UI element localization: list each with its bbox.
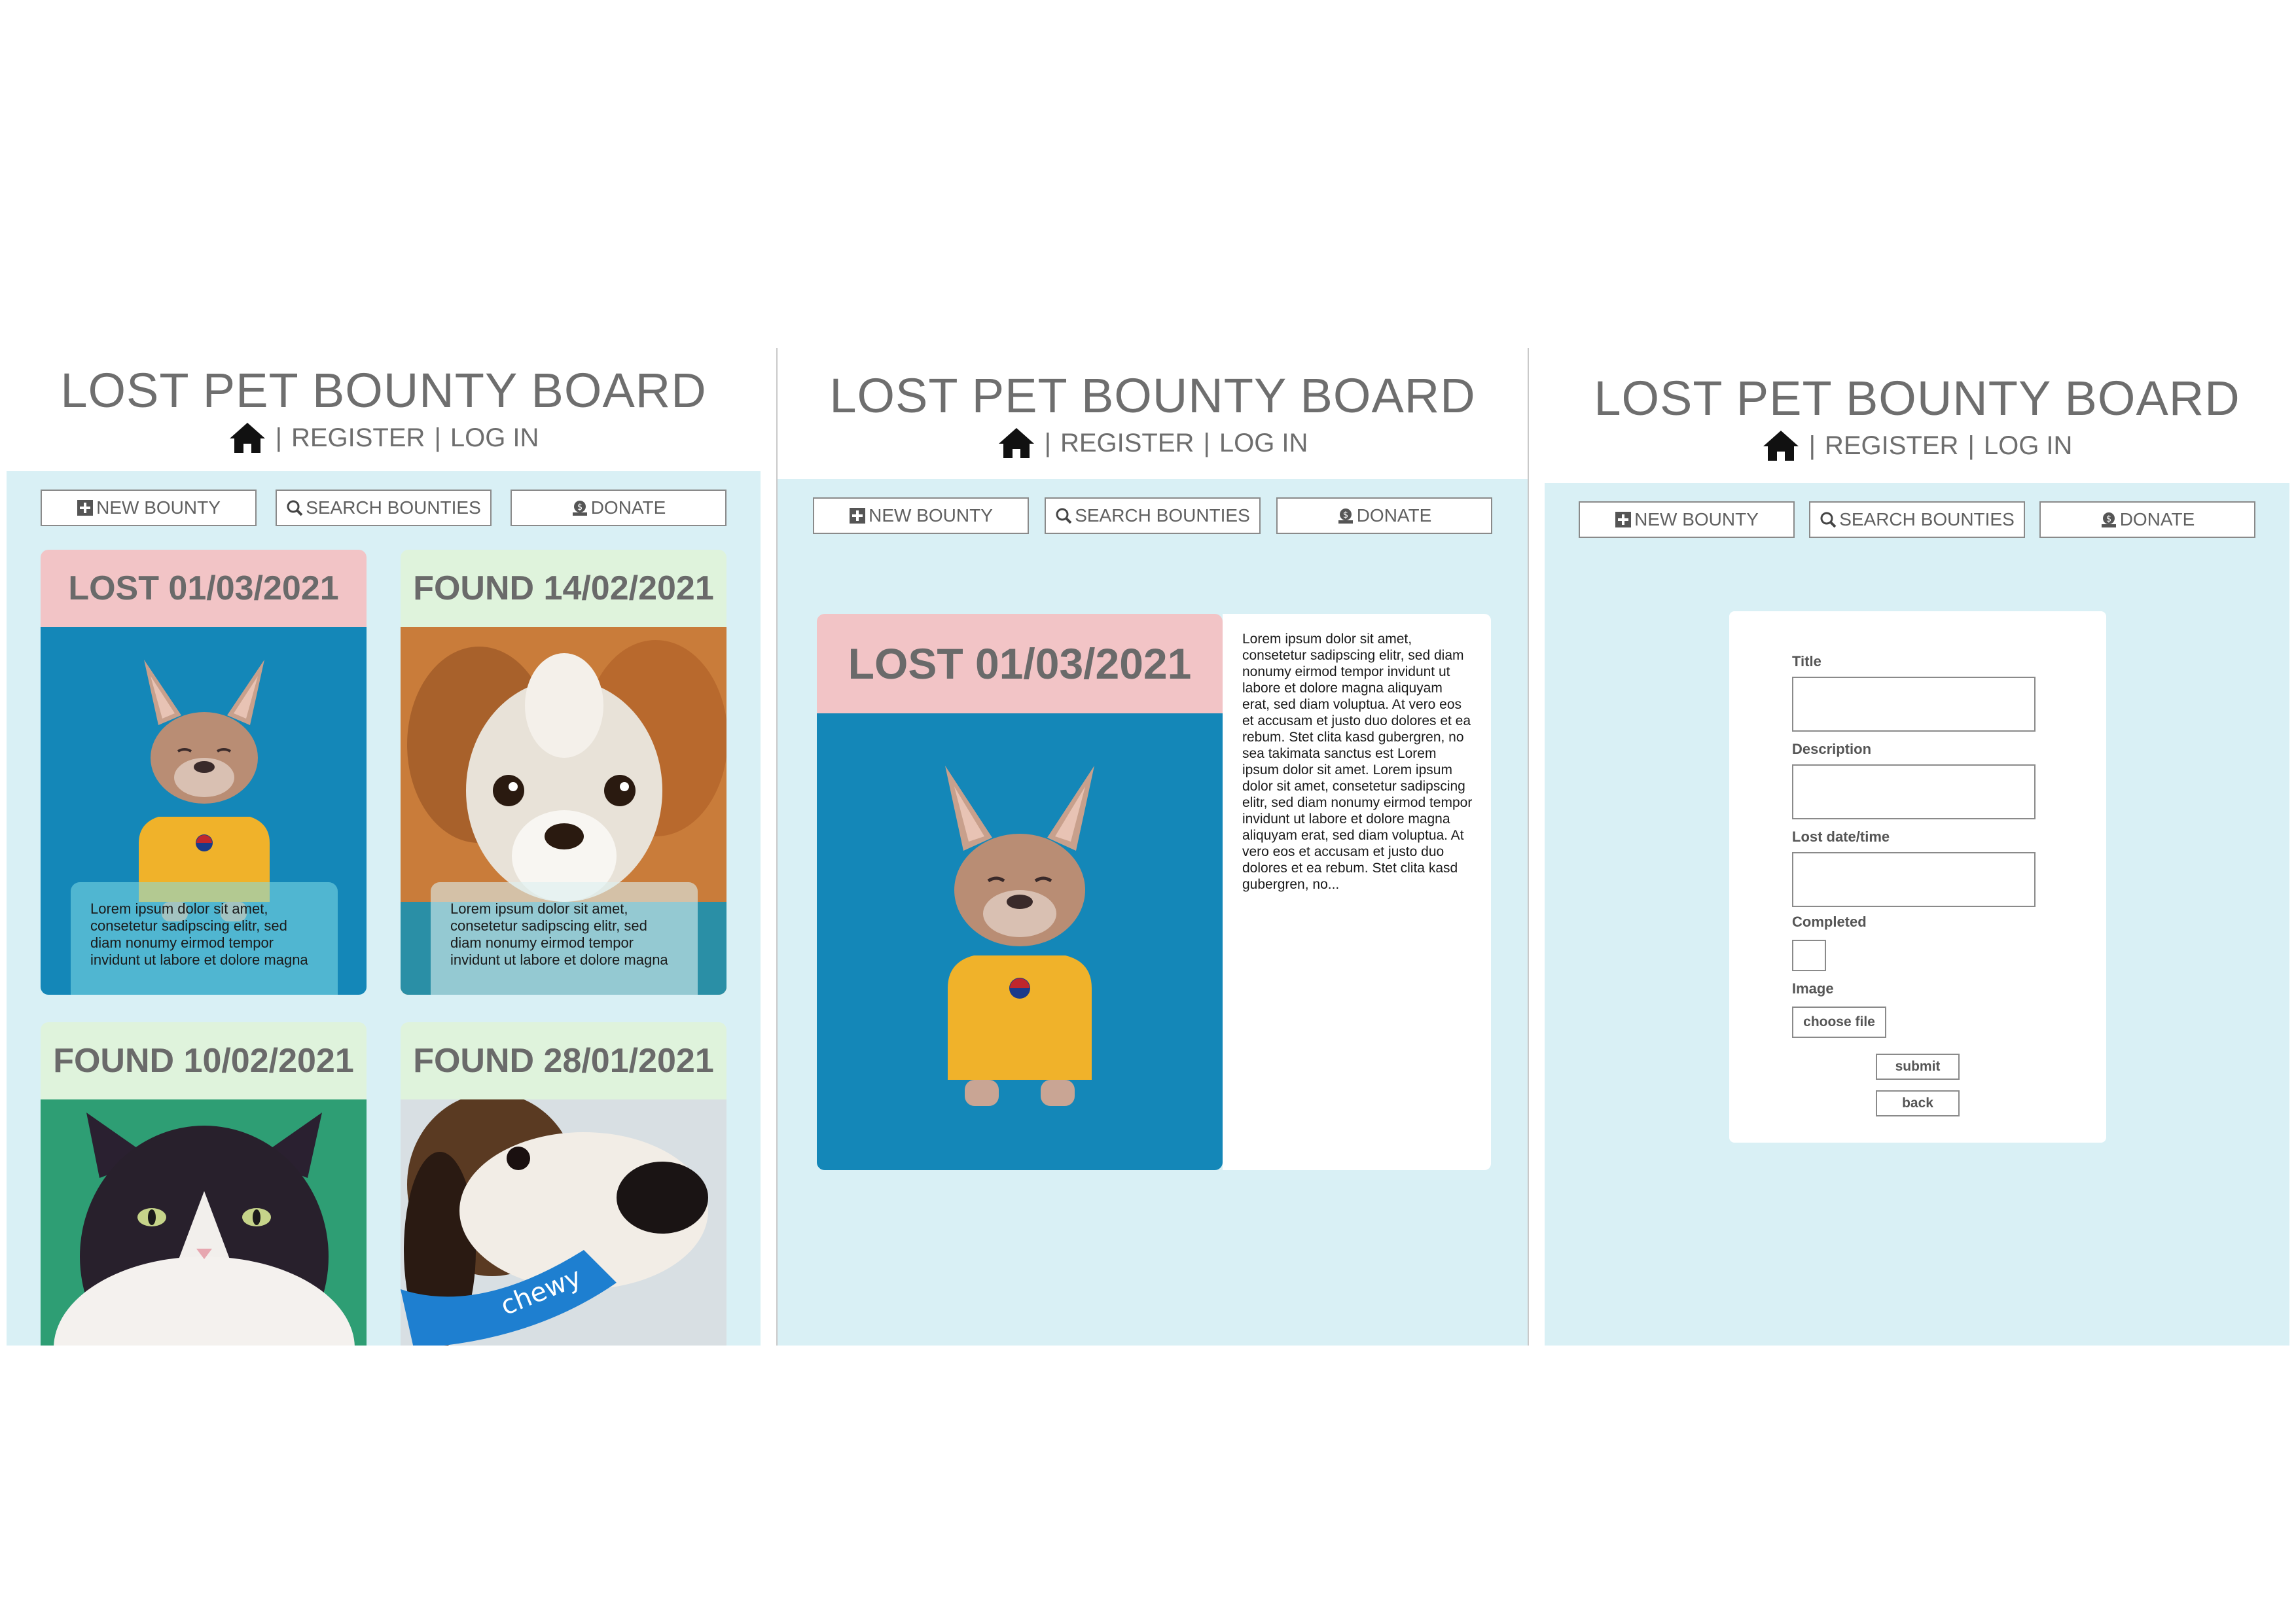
- header: LOST PET BOUNTY BOARD | REGISTER | LOG I…: [1545, 348, 2289, 471]
- detail-description: Lorem ipsum dolor sit amet, consetetur s…: [1223, 614, 1491, 1170]
- completed-checkbox[interactable]: [1792, 940, 1826, 971]
- cat-image: [41, 1099, 367, 1346]
- submit-button[interactable]: submit: [1876, 1054, 1960, 1080]
- donate-icon: $: [572, 501, 587, 516]
- donate-icon: $: [2101, 512, 2116, 527]
- new-bounty-button[interactable]: NEW BOUNTY: [1579, 501, 1795, 538]
- header: LOST PET BOUNTY BOARD | REGISTER | LOG I…: [778, 348, 1528, 471]
- search-bounties-button[interactable]: SEARCH BOUNTIES: [276, 490, 492, 526]
- description-input[interactable]: [1792, 764, 2036, 819]
- pet-photo: Lorem ipsum dolor sit amet, consetetur s…: [401, 627, 726, 995]
- nav-separator: |: [1203, 428, 1210, 457]
- new-bounty-screen: LOST PET BOUNTY BOARD | REGISTER | LOG I…: [1545, 348, 2289, 1346]
- description-label: Description: [1792, 741, 1872, 757]
- card-status: FOUND 10/02/2021: [41, 1022, 367, 1099]
- french-bulldog-image: [817, 713, 1223, 1170]
- content-area: NEW BOUNTY SEARCH BOUNTIES $ DONATE LOST…: [778, 479, 1528, 1346]
- donate-label: DONATE: [2119, 509, 2195, 529]
- toolbar: NEW BOUNTY SEARCH BOUNTIES $ DONATE: [1579, 501, 2255, 538]
- bounty-detail: LOST 01/03/2021 Lorem ipsum dolor sit am…: [817, 614, 1491, 1170]
- beagle-image: chewy: [401, 1093, 726, 1346]
- page-title: LOST PET BOUNTY BOARD: [60, 363, 707, 418]
- login-link[interactable]: LOG IN: [450, 423, 539, 453]
- donate-button[interactable]: $ DONATE: [511, 490, 726, 526]
- search-icon: [1056, 508, 1072, 524]
- nav-separator: |: [1044, 428, 1051, 457]
- svg-text:$: $: [577, 503, 583, 512]
- detail-screen: LOST PET BOUNTY BOARD | REGISTER | LOG I…: [776, 348, 1529, 1346]
- donate-label: DONATE: [1356, 505, 1432, 526]
- title-label: Title: [1792, 653, 1821, 669]
- login-link[interactable]: LOG IN: [1219, 429, 1308, 458]
- donate-button[interactable]: $ DONATE: [1276, 497, 1492, 534]
- new-bounty-label: NEW BOUNTY: [869, 505, 993, 526]
- card-status: FOUND 14/02/2021: [401, 550, 726, 627]
- listing-screen: LOST PET BOUNTY BOARD | REGISTER | LOG I…: [7, 348, 761, 1346]
- pet-photo: Lorem ipsum dolor sit amet, consetetur s…: [41, 627, 367, 995]
- plus-square-icon: [1615, 512, 1632, 527]
- top-nav: | REGISTER | LOG IN: [778, 427, 1528, 459]
- image-label: Image: [1792, 980, 1834, 997]
- register-link[interactable]: REGISTER: [1060, 429, 1194, 458]
- search-bounties-label: SEARCH BOUNTIES: [306, 497, 481, 518]
- pet-photo: [41, 1099, 367, 1346]
- toolbar: NEW BOUNTY SEARCH BOUNTIES $ DONATE: [813, 497, 1492, 534]
- content-area: NEW BOUNTY SEARCH BOUNTIES $ DONATE Titl…: [1545, 483, 2289, 1346]
- bounty-card[interactable]: LOST 01/03/2021 Lorem ipsum dolor sit am…: [41, 550, 367, 995]
- page-title: LOST PET BOUNTY BOARD: [1594, 371, 2240, 425]
- nav-separator: |: [275, 423, 282, 452]
- plus-square-icon: [850, 508, 866, 524]
- donate-icon: $: [1338, 508, 1353, 524]
- plus-square-icon: [77, 500, 94, 516]
- back-button[interactable]: back: [1876, 1090, 1960, 1116]
- search-bounties-label: SEARCH BOUNTIES: [1075, 505, 1250, 526]
- home-icon[interactable]: [997, 427, 1035, 459]
- detail-status: LOST 01/03/2021: [817, 614, 1223, 713]
- detail-card: LOST 01/03/2021: [817, 614, 1223, 1170]
- top-nav: | REGISTER | LOG IN: [7, 421, 761, 454]
- toolbar: NEW BOUNTY SEARCH BOUNTIES $ DONATE: [41, 490, 726, 526]
- choose-file-button[interactable]: choose file: [1792, 1007, 1886, 1038]
- card-excerpt: Lorem ipsum dolor sit amet, consetetur s…: [431, 882, 698, 995]
- search-bounties-button[interactable]: SEARCH BOUNTIES: [1045, 497, 1261, 534]
- svg-text:$: $: [2106, 514, 2111, 524]
- new-bounty-label: NEW BOUNTY: [1634, 509, 1759, 529]
- top-nav: | REGISTER | LOG IN: [1545, 429, 2289, 462]
- home-icon[interactable]: [228, 421, 266, 454]
- new-bounty-label: NEW BOUNTY: [96, 497, 221, 518]
- content-area: NEW BOUNTY SEARCH BOUNTIES $ DONATE LOST…: [7, 471, 761, 1346]
- new-bounty-button[interactable]: NEW BOUNTY: [813, 497, 1029, 534]
- register-link[interactable]: REGISTER: [1825, 431, 1958, 461]
- header: LOST PET BOUNTY BOARD | REGISTER | LOG I…: [7, 348, 761, 471]
- home-icon[interactable]: [1762, 429, 1800, 462]
- login-link[interactable]: LOG IN: [1984, 431, 2073, 461]
- page-title: LOST PET BOUNTY BOARD: [829, 368, 1476, 423]
- new-bounty-button[interactable]: NEW BOUNTY: [41, 490, 257, 526]
- lost-date-label: Lost date/time: [1792, 829, 1890, 845]
- new-bounty-form: Title Description Lost date/time Complet…: [1729, 611, 2106, 1143]
- pet-photo: [817, 713, 1223, 1170]
- search-icon: [1820, 512, 1837, 528]
- search-bounties-label: SEARCH BOUNTIES: [1839, 509, 2015, 529]
- search-icon: [287, 500, 303, 516]
- pet-photo: chewy: [401, 1093, 726, 1346]
- title-input[interactable]: [1792, 677, 2036, 732]
- nav-separator: |: [1967, 431, 1975, 460]
- card-status: LOST 01/03/2021: [41, 550, 367, 627]
- completed-label: Completed: [1792, 914, 1867, 930]
- bounty-card[interactable]: FOUND 14/02/2021 Lorem ipsum dolor sit a…: [401, 550, 726, 995]
- card-status: FOUND 28/01/2021: [401, 1022, 726, 1099]
- svg-text:$: $: [1343, 510, 1348, 520]
- nav-separator: |: [1808, 431, 1816, 460]
- donate-label: DONATE: [590, 497, 666, 518]
- lost-date-input[interactable]: [1792, 852, 2036, 907]
- donate-button[interactable]: $ DONATE: [2039, 501, 2255, 538]
- register-link[interactable]: REGISTER: [291, 423, 425, 453]
- nav-separator: |: [434, 423, 441, 452]
- search-bounties-button[interactable]: SEARCH BOUNTIES: [1809, 501, 2025, 538]
- bounty-card[interactable]: FOUND 28/01/2021 chewy: [401, 1022, 726, 1346]
- bounty-card[interactable]: FOUND 10/02/2021: [41, 1022, 367, 1346]
- card-excerpt: Lorem ipsum dolor sit amet, consetetur s…: [71, 882, 338, 995]
